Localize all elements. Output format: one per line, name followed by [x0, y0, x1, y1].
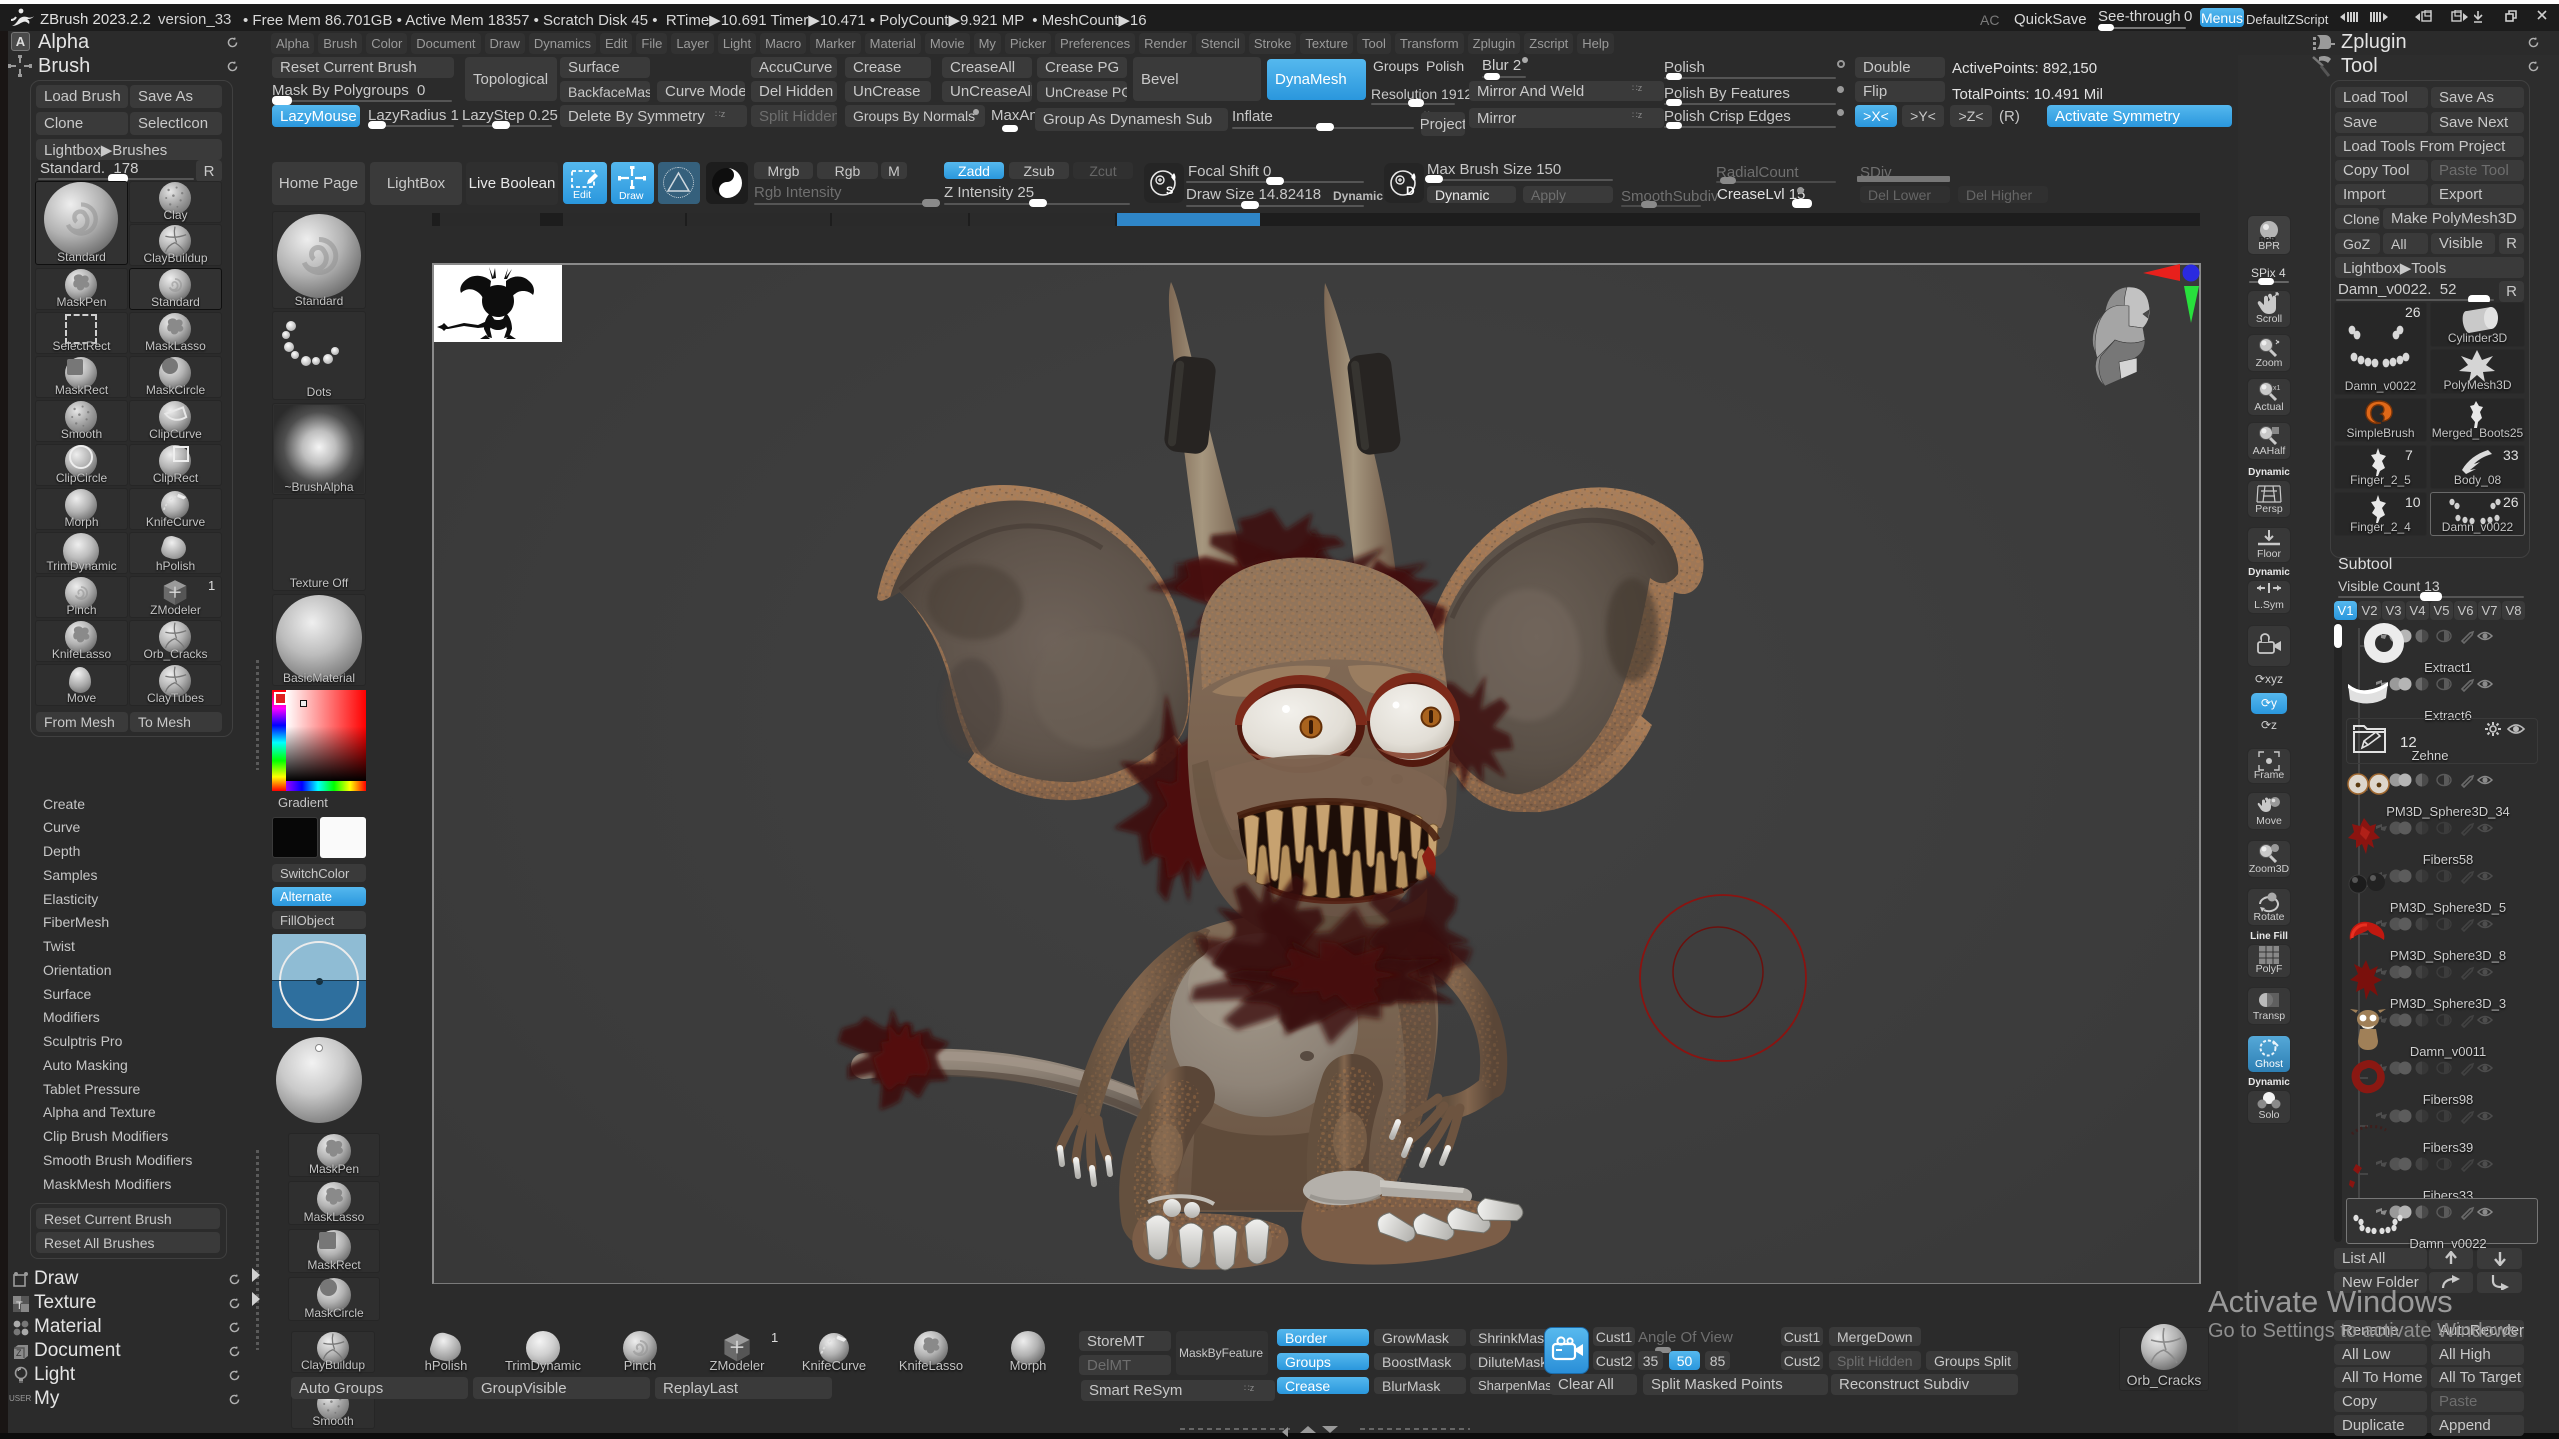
svg-text:D: D: [1406, 184, 1415, 198]
svg-text:x1: x1: [2273, 385, 2281, 392]
svg-text:USER: USER: [9, 1394, 31, 1403]
svg-text:Z: Z: [16, 1348, 22, 1358]
svg-text:T: T: [16, 1300, 23, 1312]
svg-text:Draw: Draw: [619, 190, 644, 201]
svg-text:Edit: Edit: [573, 189, 591, 200]
svg-text:S: S: [1166, 185, 1173, 197]
